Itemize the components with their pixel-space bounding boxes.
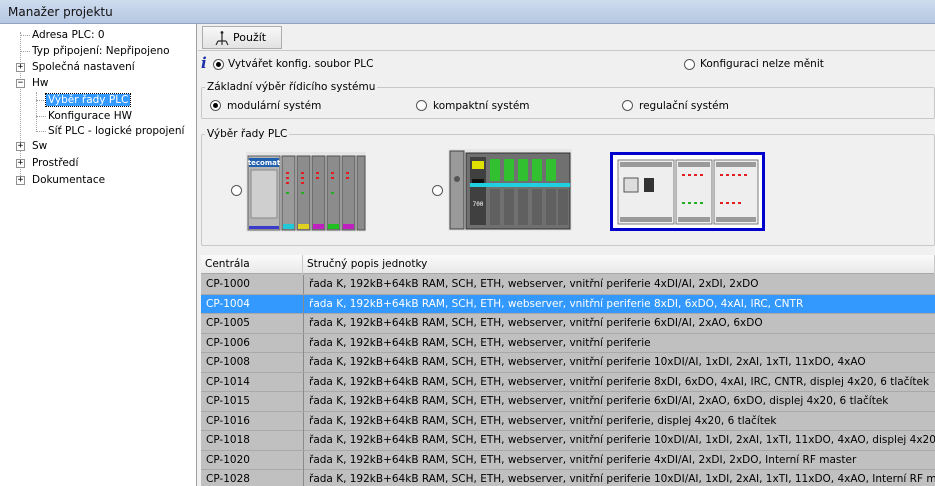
control-system-label: regulační systém — [639, 100, 729, 112]
cell-description: řada K, 192kB+64kB RAM, SCH, ETH, webser… — [303, 314, 935, 333]
tree-item-label: Hw — [32, 77, 49, 89]
system-type-legend: Základní výběr řídicího systému — [207, 81, 376, 93]
cell-central: CP-1006 — [206, 336, 250, 349]
expand-plus-icon[interactable]: + — [16, 142, 25, 151]
create-config-radio[interactable] — [213, 59, 224, 70]
compact-system-radio[interactable] — [416, 100, 427, 111]
cell-description: řada K, 192kB+64kB RAM, SCH, ETH, webser… — [303, 333, 935, 353]
tree-item-label: Výběr řady PLC — [44, 93, 132, 107]
tree-item-documentation[interactable]: Dokumentace — [30, 172, 107, 188]
modular-system-radio[interactable] — [210, 100, 221, 111]
modular-system-label: modulární systém — [227, 100, 322, 112]
use-button[interactable]: Použít — [202, 26, 282, 49]
column-header-central[interactable]: Centrála — [201, 255, 303, 274]
plc-series-2-image[interactable]: 700 — [448, 149, 572, 231]
table-row[interactable]: CP-1020 řada K, 192kB+64kB RAM, SCH, ETH,… — [201, 450, 935, 470]
use-button-label: Použít — [233, 31, 267, 44]
cell-central: CP-1020 — [206, 453, 250, 466]
apply-icon — [215, 31, 229, 46]
cell-central: CP-1008 — [206, 356, 250, 368]
tree-connector — [20, 51, 30, 52]
tree-item-label: Adresa PLC: 0 — [32, 29, 105, 41]
cell-description: řada K, 192kB+64kB RAM, SCH, ETH, webser… — [303, 431, 935, 450]
control-system-radio[interactable] — [622, 100, 633, 111]
series-1-radio[interactable] — [231, 185, 242, 196]
series-2-radio[interactable] — [432, 185, 443, 196]
series-logo-text: tecomat — [248, 159, 281, 167]
tree-item-sw[interactable]: Sw — [30, 138, 49, 154]
tree-connector — [36, 116, 46, 117]
cell-central: CP-1015 — [206, 395, 250, 407]
toolbar: Použít — [198, 24, 935, 51]
tree-item-label: Typ připojení: Nepřipojeno — [32, 45, 170, 57]
cell-central: CP-1000 — [206, 278, 250, 290]
tree-item-hw[interactable]: Hw — [30, 75, 50, 91]
main-panel: Použít i Vytvářet konfig. soubor PLC Kon… — [198, 24, 935, 486]
cannot-change-label: Konfiguraci nelze měnit — [700, 58, 824, 70]
table-row[interactable]: CP-1005 řada K, 192kB+64kB RAM, SCH, ETH,… — [201, 314, 935, 334]
cell-central: CP-1016 — [206, 414, 250, 427]
tree-item-label: Síť PLC - logické propojení — [48, 125, 185, 137]
window-title: Manažer projektu — [0, 0, 935, 24]
tree-item-label: Prostředí — [32, 157, 79, 169]
series-display-text: 700 — [473, 201, 484, 208]
cell-central: CP-1004 — [206, 297, 250, 310]
cell-description: řada K, 192kB+64kB RAM, SCH, ETH, webser… — [303, 392, 935, 411]
cell-description: řada K, 192kB+64kB RAM, SCH, ETH, webser… — [303, 411, 935, 431]
table-row[interactable]: CP-1014 řada K, 192kB+64kB RAM, SCH, ETH,… — [201, 372, 935, 392]
tree-item-plc-series[interactable]: Výběr řady PLC — [44, 92, 132, 108]
plc-series-3-image[interactable] — [610, 152, 765, 231]
cell-description: řada K, 192kB+64kB RAM, SCH, ETH, webser… — [303, 294, 935, 314]
project-tree[interactable]: Adresa PLC: 0 Typ připojení: Nepřipojeno… — [0, 24, 197, 486]
column-header-description[interactable]: Stručný popis jednotky — [303, 255, 935, 274]
tree-guide-line — [36, 92, 37, 130]
expand-plus-icon[interactable]: + — [16, 176, 25, 185]
tree-item-label: Společná nastavení — [32, 61, 135, 73]
tree-item-connection-type[interactable]: Typ připojení: Nepřipojeno — [30, 43, 172, 59]
cell-description: řada K, 192kB+64kB RAM, SCH, ETH, webser… — [303, 353, 935, 372]
table-row[interactable]: CP-1018 řada K, 192kB+64kB RAM, SCH, ETH,… — [201, 431, 935, 451]
tree-connector — [20, 35, 30, 36]
info-icon: i — [201, 54, 207, 72]
table-row[interactable]: CP-1016 řada K, 192kB+64kB RAM, SCH, ETH,… — [201, 411, 935, 431]
tree-item-common-settings[interactable]: Společná nastavení — [30, 59, 137, 75]
tree-connector — [36, 100, 46, 101]
cell-central: CP-1005 — [206, 317, 250, 329]
table-row[interactable]: CP-1006 řada K, 192kB+64kB RAM, SCH, ETH,… — [201, 333, 935, 353]
tree-item-environment[interactable]: Prostředí — [30, 155, 80, 171]
cell-description: řada K, 192kB+64kB RAM, SCH, ETH, webser… — [303, 372, 935, 392]
expand-plus-icon[interactable]: + — [16, 63, 25, 72]
expand-plus-icon[interactable]: + — [16, 159, 25, 168]
plc-series-1-image[interactable]: tecomat — [246, 152, 366, 232]
cell-central: CP-1018 — [206, 434, 250, 446]
table-row[interactable]: CP-1015 řada K, 192kB+64kB RAM, SCH, ETH,… — [201, 392, 935, 412]
tree-item-label: Konfigurace HW — [48, 110, 132, 122]
cell-description: řada K, 192kB+64kB RAM, SCH, ETH, webser… — [303, 275, 935, 294]
collapse-minus-icon[interactable]: − — [16, 79, 25, 88]
table-row[interactable]: CP-1008 řada K, 192kB+64kB RAM, SCH, ETH,… — [201, 353, 935, 373]
table-row[interactable]: CP-1004 řada K, 192kB+64kB RAM, SCH, ETH,… — [201, 294, 935, 314]
tree-item-plc-network[interactable]: Síť PLC - logické propojení — [46, 123, 186, 139]
cell-central: CP-1028 — [206, 473, 250, 485]
compact-system-label: kompaktní systém — [433, 100, 530, 112]
create-config-label: Vytvářet konfig. soubor PLC — [228, 58, 374, 70]
tree-item-address[interactable]: Adresa PLC: 0 — [30, 27, 107, 43]
plc-series-legend: Výběr řady PLC — [207, 128, 288, 140]
cell-description: řada K, 192kB+64kB RAM, SCH, ETH, webser… — [303, 450, 935, 470]
table-row[interactable]: CP-1000 řada K, 192kB+64kB RAM, SCH, ETH,… — [201, 275, 935, 295]
tree-item-label: Sw — [32, 140, 48, 152]
cell-description: řada K, 192kB+64kB RAM, SCH, ETH, webser… — [303, 470, 935, 486]
tree-item-label: Dokumentace — [32, 174, 106, 186]
table-row[interactable]: CP-1028 řada K, 192kB+64kB RAM, SCH, ETH,… — [201, 470, 935, 486]
tree-connector — [36, 131, 46, 132]
table-header: Centrála Stručný popis jednotky — [201, 255, 935, 274]
cannot-change-radio[interactable] — [684, 59, 695, 70]
tree-item-hw-config[interactable]: Konfigurace HW — [46, 108, 134, 124]
cell-central: CP-1014 — [206, 375, 250, 388]
cpu-table: Centrála Stručný popis jednotky CP-1000 ř… — [201, 255, 935, 486]
